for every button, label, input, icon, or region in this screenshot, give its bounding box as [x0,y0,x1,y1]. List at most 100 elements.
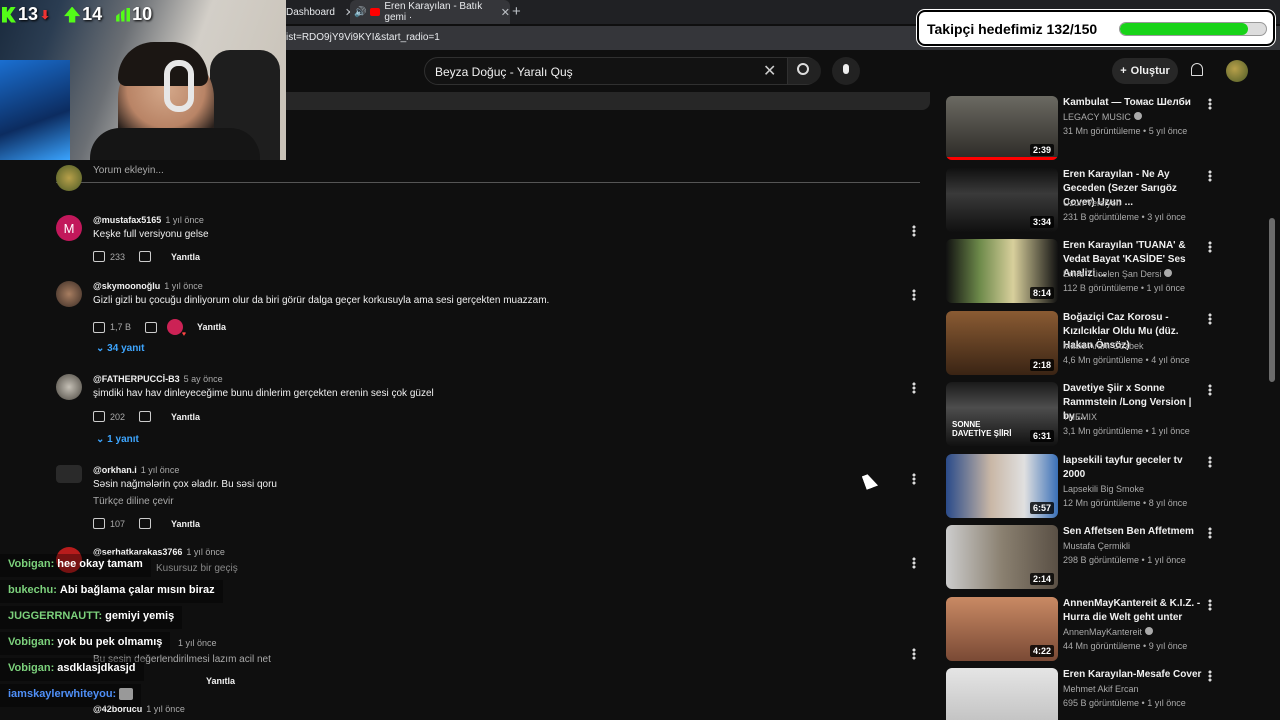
dislike-icon[interactable] [139,411,152,422]
chat-username[interactable]: bukechu: [8,584,57,596]
more-options-icon[interactable] [912,289,916,301]
more-options-icon[interactable] [912,382,916,394]
more-options-icon[interactable] [1208,241,1212,253]
video-thumbnail[interactable]: 6:57 [946,454,1058,518]
like-icon[interactable] [93,518,105,529]
video-title[interactable]: lapsekili tayfur geceler tv 2000 [1063,454,1205,482]
video-channel[interactable]: Masis Aram Gözbek [1063,341,1144,351]
verified-icon [1133,112,1142,120]
close-icon[interactable]: ✕ [501,6,510,19]
video-channel[interactable]: Lapsekili Big Smoke [1063,484,1144,494]
dislike-icon[interactable] [139,518,152,529]
scrollbar[interactable] [1269,218,1275,382]
dislike-icon[interactable] [145,321,158,333]
video-thumbnail[interactable]: 8:14 [946,239,1058,303]
comment-author[interactable]: @mustafax5165 1 yıl önce [93,215,204,225]
comment-author[interactable]: @FATHERPUCCİ-B3 5 ay önce [93,374,223,384]
video-thumbnail[interactable]: 4:22 [946,597,1058,661]
more-options-icon[interactable] [1208,170,1212,182]
like-icon[interactable] [93,411,105,422]
avatar[interactable] [56,281,82,307]
video-title[interactable]: Eren Karayılan-Mesafe Cover [1063,668,1205,682]
like-count: 1,7 B [110,322,132,332]
video-title[interactable]: Sen Affetsen Ben Affetmem [1063,525,1205,539]
more-options-icon[interactable] [1208,456,1212,468]
show-replies-button[interactable]: ⌄ 1 yanıt [96,434,139,445]
video-item[interactable]: 3:34 Eren Karayılan - Ne Ay Geceden (Seze… [946,168,1266,236]
video-channel[interactable]: LEGACY MUSIC [1063,112,1142,122]
video-meta: 231 B görüntüleme • 3 yıl önce [1063,212,1186,222]
video-channel[interactable]: AnnenMayKantereit [1063,627,1154,637]
avatar[interactable]: M [56,215,82,241]
avatar[interactable] [56,374,82,400]
like-icon[interactable] [93,321,105,333]
video-thumbnail[interactable]: 3:34 [946,168,1058,232]
video-title[interactable]: AnnenMayKantereit & K.I.Z. - Hurra die W… [1063,597,1205,625]
chat-username[interactable]: JUGGERRNAUTT: [8,610,102,622]
video-channel[interactable]: Emre Yücelen Şan Dersi [1063,269,1173,279]
more-options-icon[interactable] [912,473,916,485]
microphone-icon[interactable] [832,57,860,85]
comment-author[interactable]: @orkhan.i 1 yıl önce [93,465,179,475]
more-options-icon[interactable] [912,648,916,660]
video-channel[interactable]: Uzun Versiyon [1063,198,1121,208]
more-options-icon[interactable] [1208,527,1212,539]
chat-text: hee okay tamam [57,558,143,570]
chat-username[interactable]: Vobigan: [8,662,54,674]
video-item[interactable]: SONNE DAVETİYE ŞİİRİ 6:31 Davetiye Şiir x … [946,382,1266,450]
video-thumbnail[interactable]: 2:18 [946,311,1058,375]
translate-link[interactable]: Türkçe diline çevir [93,496,174,507]
video-item[interactable]: Eren Karayılan-Mesafe Cover Mehmet Akif E… [946,668,1266,720]
chat-username[interactable]: Vobigan: [8,636,54,648]
avatar[interactable] [56,465,82,483]
video-thumbnail[interactable]: 2:14 [946,525,1058,589]
avatar [56,165,82,191]
more-options-icon[interactable] [1208,313,1212,325]
video-title[interactable]: Kambulat — Томас Шелби [1063,96,1205,110]
video-item[interactable]: 4:22 AnnenMayKantereit & K.I.Z. - Hurra d… [946,597,1266,665]
video-channel[interactable]: Mehmet Akif Ercan [1063,684,1139,694]
bell-icon[interactable] [1190,62,1204,78]
reply-button[interactable]: Yanıtla [197,322,226,332]
video-item[interactable]: 2:14 Sen Affetsen Ben Affetmem Mustafa Çer… [946,525,1266,593]
new-tab-icon[interactable]: + [512,3,521,20]
more-options-icon[interactable] [912,557,916,569]
more-options-icon[interactable] [1208,98,1212,110]
video-item[interactable]: 2:18 Boğaziçi Caz Korosu - Kızılcıklar Ol… [946,311,1266,379]
comment-author[interactable]: @skymoonoğlu 1 yıl önce [93,281,203,291]
show-replies-button[interactable]: ⌄ 34 yanıt [96,343,144,354]
speaker-icon[interactable]: 🔊 [354,7,366,18]
video-thumbnail[interactable]: SONNE DAVETİYE ŞİİRİ 6:31 [946,382,1058,446]
tab-youtube-active[interactable]: 🔊 Eren Karayılan - Batık gemi · ✕ [350,0,510,24]
video-thumbnail[interactable] [946,668,1058,720]
dislike-icon[interactable] [139,251,152,262]
tab-dashboard[interactable]: Dashboard ✕ [286,0,354,24]
search-input[interactable]: Beyza Doğuç - Yaralı Quş [435,65,573,79]
more-options-icon[interactable] [912,225,916,237]
video-channel[interactable]: THEMIX [1063,412,1097,422]
search-box[interactable]: Beyza Doğuç - Yaralı Quş ✕ [424,57,821,85]
comment-actions: 1,7 B Yanıtla [93,319,226,338]
reply-button[interactable]: Yanıtla [171,519,200,529]
video-channel[interactable]: Mustafa Çermikli [1063,541,1130,551]
account-avatar[interactable] [1226,60,1248,82]
more-options-icon[interactable] [1208,599,1212,611]
more-options-icon[interactable] [1208,384,1212,396]
clear-icon[interactable]: ✕ [763,61,776,81]
verified-icon [1164,269,1173,277]
chat-username[interactable]: Vobigan: [8,558,54,570]
chat-username[interactable]: iamskaylerwhiteyou: [8,688,116,700]
reply-button[interactable]: Yanıtla [171,412,200,422]
video-item[interactable]: 6:57 lapsekili tayfur geceler tv 2000 Laps… [946,454,1266,522]
add-comment-field[interactable]: Yorum ekleyin... [56,165,920,191]
streamer-hair [118,42,208,86]
video-item[interactable]: 2:39 Kambulat — Томас Шелби LEGACY MUSIC 31… [946,96,1266,164]
video-item[interactable]: 8:14 Eren Karayılan 'TUANA' & Vedat Bayat… [946,239,1266,307]
arrow-up-icon [64,6,81,23]
like-icon[interactable] [93,251,105,262]
create-button[interactable]: + Oluştur [1112,58,1178,84]
comment-actions: 107 Yanıtla [93,518,200,529]
reply-button[interactable]: Yanıtla [171,252,200,262]
more-options-icon[interactable] [1208,670,1212,682]
video-thumbnail[interactable]: 2:39 [946,96,1058,160]
